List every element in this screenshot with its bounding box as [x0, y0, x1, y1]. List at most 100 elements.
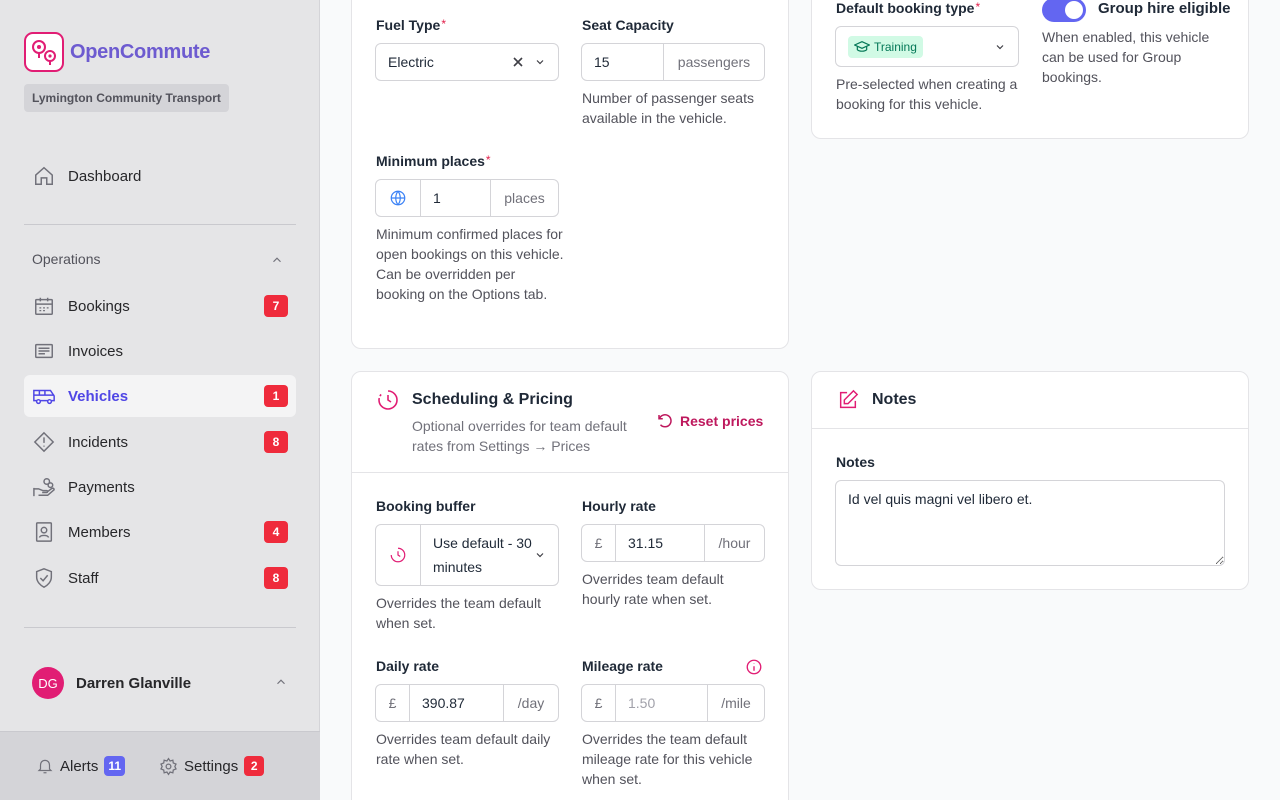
sidebar-item-vehicles[interactable]: Vehicles 1: [24, 375, 296, 417]
currency-symbol: £: [582, 685, 616, 721]
mileage-rate-input[interactable]: £ 1.50 /mile: [581, 684, 765, 722]
sidebar-item-payments[interactable]: Payments: [24, 466, 296, 508]
sidebar-item-invoices[interactable]: Invoices: [24, 330, 296, 372]
seat-capacity-input[interactable]: 15 passengers: [581, 43, 765, 81]
vehicles-count-badge: 1: [264, 385, 288, 407]
sidebar-item-label: Bookings: [68, 297, 130, 315]
chevron-up-icon[interactable]: [274, 675, 288, 694]
card-divider: [352, 472, 788, 473]
user-name: Darren Glanville: [76, 674, 192, 692]
daily-rate-value: 390.87: [422, 695, 465, 711]
info-icon[interactable]: [745, 658, 763, 676]
mileage-unit: /mile: [707, 685, 764, 721]
bus-icon: [32, 384, 56, 408]
currency-symbol: £: [582, 525, 616, 561]
min-places-value: 1: [433, 190, 441, 206]
notes-title: Notes: [872, 391, 917, 408]
alerts-count-badge: 11: [104, 756, 126, 776]
seat-capacity-value: 15: [594, 54, 610, 70]
avatar: DG: [32, 667, 64, 699]
sidebar-item-members[interactable]: Members 4: [24, 511, 296, 553]
clear-icon[interactable]: [512, 56, 524, 68]
logo-pin-icon: [24, 32, 64, 72]
staff-count-badge: 8: [264, 567, 288, 589]
sidebar-item-label: Dashboard: [68, 167, 142, 185]
booking-buffer-help: Overrides the team default when set.: [376, 595, 541, 631]
hourly-rate-label: Hourly rate: [582, 498, 656, 514]
sidebar-item-bookings[interactable]: Bookings 7: [24, 285, 296, 327]
seat-capacity-help: Number of passenger seats available in t…: [582, 90, 754, 126]
alerts-link[interactable]: Alerts 11: [36, 756, 126, 776]
chevron-down-icon: [994, 41, 1006, 53]
sidebar-item-label: Payments: [68, 478, 135, 496]
chevron-up-icon[interactable]: [270, 253, 284, 272]
sidebar-item-label: Invoices: [68, 342, 124, 360]
group-hire-toggle[interactable]: [1042, 0, 1086, 22]
hourly-unit: /hour: [704, 525, 764, 561]
bell-icon: [36, 757, 54, 775]
currency-symbol: £: [376, 685, 410, 721]
sidebar: OpenCommute Lymington Community Transpor…: [0, 0, 320, 800]
gear-icon: [159, 756, 178, 776]
undo-icon: [658, 414, 672, 428]
incidents-count-badge: 8: [264, 431, 288, 453]
mileage-rate-placeholder: 1.50: [628, 695, 656, 711]
seat-capacity-unit: passengers: [663, 44, 764, 80]
booking-type-value: Training: [874, 39, 917, 54]
hourly-rate-input[interactable]: £ 31.15 /hour: [581, 524, 765, 562]
min-places-unit: places: [490, 180, 558, 216]
booking-buffer-label: Booking buffer: [376, 498, 476, 514]
home-icon: [32, 164, 56, 188]
chevron-down-icon: [534, 56, 546, 68]
globe-icon: [376, 180, 421, 216]
calendar-icon: [32, 294, 56, 318]
app-logo[interactable]: OpenCommute: [24, 32, 210, 72]
scheduling-subtitle: Optional overrides for team default rate…: [412, 418, 627, 454]
settings-label: Settings: [184, 757, 239, 775]
organisation-badge: Lymington Community Transport: [24, 84, 229, 112]
warning-icon: [32, 430, 56, 454]
card-divider: [812, 428, 1248, 429]
bookings-count-badge: 7: [264, 295, 288, 317]
invoice-icon: [32, 339, 56, 363]
fuel-type-value: Electric: [388, 54, 434, 70]
sidebar-item-incidents[interactable]: Incidents 8: [24, 421, 296, 463]
clock-icon: [376, 388, 400, 412]
booking-buffer-select[interactable]: Use default - 30 minutes: [375, 524, 559, 586]
notes-textarea[interactable]: Id vel quis magni vel libero et.: [835, 480, 1225, 566]
daily-rate-input[interactable]: £ 390.87 /day: [375, 684, 559, 722]
min-places-input[interactable]: 1 places: [375, 179, 559, 217]
sidebar-footer: Alerts 11 Settings 2: [0, 731, 320, 800]
sidebar-divider: [24, 627, 296, 628]
sidebar-item-staff[interactable]: Staff 8: [24, 557, 296, 599]
hand-coins-icon: [32, 475, 56, 499]
members-count-badge: 4: [264, 521, 288, 543]
default-booking-type-select[interactable]: Training: [835, 26, 1019, 67]
fuel-type-select[interactable]: Electric: [375, 43, 559, 81]
mileage-rate-label: Mileage rate: [582, 658, 663, 674]
reset-prices-button[interactable]: Reset prices: [656, 412, 763, 430]
shield-check-icon: [32, 566, 56, 590]
graduation-cap-icon: [854, 40, 870, 52]
seat-capacity-label: Seat Capacity: [582, 17, 674, 33]
daily-unit: /day: [503, 685, 558, 721]
min-places-label: Minimum places*: [376, 153, 491, 169]
group-hire-label: Group hire eligible: [1098, 0, 1231, 17]
scheduling-title: Scheduling & Pricing: [412, 391, 573, 408]
min-places-help: Minimum confirmed places for open bookin…: [376, 226, 564, 302]
sidebar-item-label: Members: [68, 523, 131, 541]
user-menu[interactable]: DG Darren Glanville: [32, 667, 296, 699]
sidebar-item-label: Incidents: [68, 433, 129, 451]
booking-type-pill: Training: [848, 35, 923, 58]
alerts-label: Alerts: [60, 757, 99, 775]
daily-rate-help: Overrides team default daily rate when s…: [376, 731, 551, 767]
operations-section-title[interactable]: Operations: [32, 251, 100, 267]
sidebar-item-dashboard[interactable]: Dashboard: [24, 155, 296, 197]
mileage-rate-help: Overrides the team default mileage rate …: [582, 731, 753, 787]
daily-rate-label: Daily rate: [376, 658, 440, 674]
sidebar-item-label: Staff: [68, 569, 99, 587]
fuel-type-label: Fuel Type*: [376, 17, 446, 33]
default-booking-type-label: Default booking type*: [836, 0, 981, 16]
group-hire-help: When enabled, this vehicle can be used f…: [1042, 29, 1210, 85]
settings-link[interactable]: Settings 2: [159, 756, 265, 776]
